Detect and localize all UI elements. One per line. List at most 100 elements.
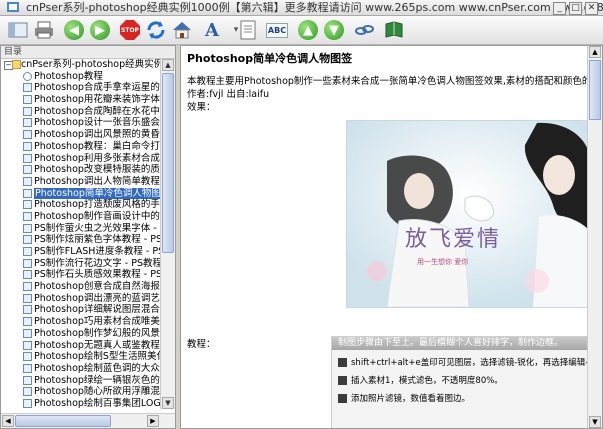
tree-item[interactable]: Photoshop打造颓废风格的手机照 [1,199,161,211]
tree-item[interactable]: Photoshop利用多张素材合成要女表客 [1,153,161,165]
tree-item-label: Photoshop创意合成自然海报 [34,281,160,293]
tree-root[interactable]: − cnPser系列-photoshop经典实例1000例【第 [1,59,161,71]
tree-item[interactable]: Photoshop合成手拿幸运星的人物海报 [1,82,161,94]
tutorial-step: shift+ctrl+alt+e盖印可见图层，选择滤镜-锐化，再选择编辑-渐隐，… [338,357,592,370]
back-button[interactable]: ◀ [62,19,86,41]
stop-button[interactable]: STOP [118,19,142,41]
tree-item[interactable]: PS制作萤火虫之光效果字体 - PS教程网 [1,223,161,235]
page-topic-icon [23,211,32,221]
tree-item[interactable]: Photoshop创意合成自然海报 [1,281,161,293]
tutorial-step: 插入素材1，模式滤色，不透明度80%。 [338,375,503,388]
effect-label: 效果： [187,102,216,113]
back-arrow-icon: ◀ [64,20,84,40]
book-icon [385,21,403,38]
tree-item[interactable]: Photoshop简单冷色调人物图签 [1,187,161,200]
tree-item[interactable]: Photoshop教程：巢白命令打造古装图 [1,141,161,153]
tree-item[interactable]: Photoshop制作梦幻般的风景照效果 [1,328,161,340]
tree-item[interactable]: Photoshop无题真人或鉴教程 [1,340,161,352]
tree-item[interactable]: PS制作流行花边文字 - PS教程网,专业 [1,258,161,270]
scroll-left-icon[interactable]: ◀ [2,415,14,427]
tree-item[interactable]: Photoshop用花瓣来装饰字体教程 [1,94,161,106]
scroll-down-icon[interactable]: ▼ [162,397,174,409]
page-topic-icon [23,130,32,140]
scroll-right-icon[interactable]: ▶ [147,415,159,427]
toolbar: ◀ ▶ STOP A ▾ ABC ▲ ▼ [0,16,603,45]
page-topic-icon [23,188,32,198]
print-button[interactable] [32,19,56,41]
font-icon: A [205,19,219,41]
printer-icon [35,21,53,39]
stop-icon: STOP [120,20,140,40]
topic-pane: Photoshop简单冷色调人物图签 本教程主要用Photoshop制作一些素材… [180,45,603,429]
hide-icon [8,22,28,38]
tree-item[interactable]: PS制作石头质感效果教程 - PS教程网 [1,269,161,281]
tree-item-label: PS制作萤火虫之光效果字体 - PS教程网 [34,222,161,234]
spellcheck-button[interactable]: ABC [262,19,292,41]
tree-item-label: Photoshop用花瓣来装饰字体教程 [34,94,161,106]
page-topic-icon [23,282,32,292]
minimize-button[interactable]: _ [553,2,566,15]
close-button[interactable]: ✕ [585,2,598,15]
tree-item-label: Photoshop调出风景照的黄昏色调 [34,129,161,141]
tree-hscroll-thumb[interactable] [15,415,111,427]
tree-item[interactable]: Photoshop巧用素材合成唯美古代的女 [1,316,161,328]
prev-topic-button[interactable]: ▲ [296,19,320,41]
tree-item[interactable]: Photoshop绘制百事集团LOGO教程 [1,398,161,409]
options-button[interactable] [236,19,260,41]
link-button[interactable] [352,19,376,41]
tree-item[interactable]: Photoshop调出风景照的黄昏色调 [1,129,161,141]
tree-item[interactable]: Photoshop教程 [1,71,161,83]
scroll-up-icon[interactable]: ▲ [162,59,174,71]
scroll-down-icon[interactable]: ▼ [589,416,601,428]
tree-item[interactable]: Photoshop绘制蓝色调的大众汽车标志 [1,363,161,375]
small-caption: 用一生想你 爱你 [417,258,469,266]
tree-item[interactable]: Photoshop详细解说图层混合,通道,计 [1,304,161,316]
refresh-button[interactable] [144,19,168,41]
tree-item[interactable]: PS制作炫丽紫色字体教程 - PS教程网 [1,234,161,246]
forward-button[interactable]: ▶ [88,19,112,41]
book-folder-icon [12,60,21,69]
tree-item-label: Photoshop教程：巢白命令打造古装图 [34,140,161,152]
app-icon [7,2,19,12]
home-button[interactable] [170,19,194,41]
font-size-button[interactable]: A [200,19,224,41]
page-topic-icon [23,165,32,175]
maximize-button[interactable]: □ [569,2,582,15]
tree-item[interactable]: Photoshop调出人物简单教程 [1,176,161,188]
tree-item[interactable]: Photoshop设计一张音乐盛会宣传海报 [1,117,161,129]
tree-item[interactable]: Photoshop调出漂亮的蓝调艺术效果 [1,293,161,305]
hide-button[interactable] [6,19,30,41]
next-topic-button[interactable]: ▼ [322,19,346,41]
page-topic-icon [23,387,32,397]
tree-vertical-scrollbar[interactable]: ▲ ▼ [160,59,175,409]
topic-scroll-thumb[interactable] [589,60,601,120]
scroll-up-icon[interactable]: ▲ [589,46,601,58]
topic-intro: 本教程主要用Photoshop制作一些素材来合成一张简单冷色调人物图签效果,素材… [187,76,602,87]
page-topic-icon [23,340,32,350]
tree-item-label: Photoshop绘制S型生活照美化说谈 [34,351,161,363]
tree-item[interactable]: Photoshop合成陶醉在水花中的美女 [1,106,161,118]
tree-horizontal-scrollbar[interactable]: ◀ ▶ [1,413,175,428]
book-button[interactable] [382,19,406,41]
page-topic-icon [23,223,32,233]
page-topic-icon [23,247,32,256]
tree-root-label: cnPser系列-photoshop经典实例1000例【第 [21,59,161,70]
contents-tree: − cnPser系列-photoshop经典实例1000例【第 Photosho… [1,59,161,409]
tree-item-label: Photoshop改变模特服装的质感和面料 [34,164,161,176]
tree-item[interactable]: Photoshop绘制S型生活照美化说谈 [1,351,161,363]
tree-scroll-thumb[interactable] [162,73,174,253]
forward-arrow-icon: ▶ [90,20,110,40]
tutorial-step: 添加照片滤镜，数值看着图边。 [338,393,470,406]
tree-item[interactable]: Photoshop改变模特服装的质感和面料 [1,164,161,176]
tree-item-label: PS制作FLASH进度条教程 - PS教程网 [34,246,161,257]
layer-thumb-icon [338,376,347,385]
topic-vertical-scrollbar[interactable]: ▲ ▼ [587,46,602,428]
tree-item[interactable]: Photoshop绿绘一辆银灰色的大众汽车 [1,375,161,387]
up-arrow-icon: ▲ [298,20,318,40]
refresh-icon [147,21,165,39]
tree-item[interactable]: Photoshop随心所欲用浮雕混池和浮雕 [1,386,161,398]
tree-item[interactable]: Photoshop制作音画设计中的边框效果 [1,211,161,223]
tree-item-label: Photoshop绿绘一辆银灰色的大众汽车 [34,374,161,386]
tree-item[interactable]: PS制作FLASH进度条教程 - PS教程网 [1,246,161,258]
link-icon [355,25,374,35]
